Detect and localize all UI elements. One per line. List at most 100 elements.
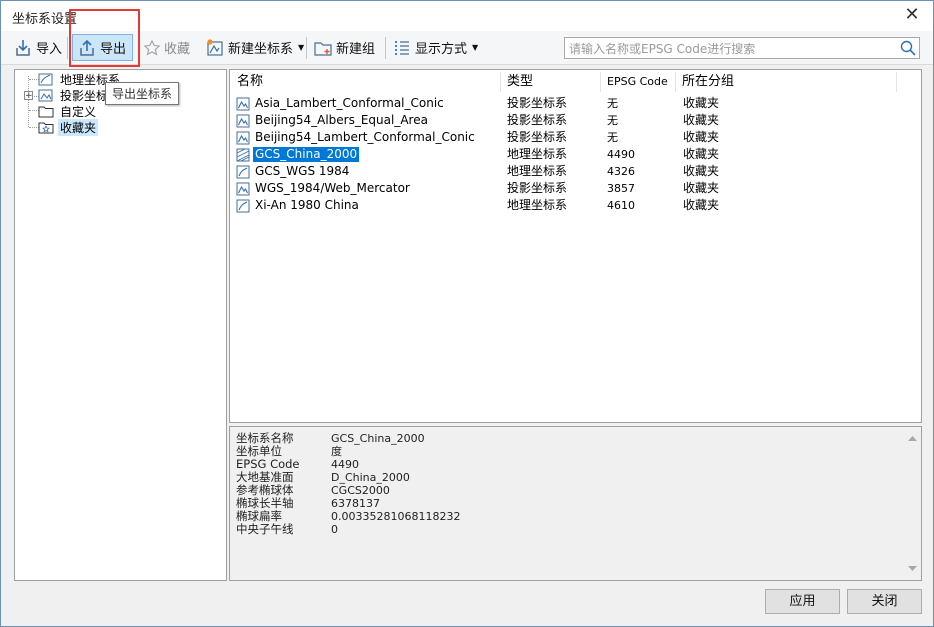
projected-folder-icon <box>38 89 53 102</box>
new-crs-icon <box>207 38 223 56</box>
tree-item-label: 自定义 <box>60 104 97 119</box>
export-tooltip: 导出坐标系 <box>105 82 180 105</box>
prop-value: 0 <box>331 523 338 536</box>
table-row[interactable]: Beijing54_Albers_Equal_Area 投影坐标系 无 收藏夹 <box>236 112 916 129</box>
crs-name: Asia_Lambert_Conformal_Conic <box>255 96 444 110</box>
toolbar-separator <box>306 37 307 59</box>
table-row[interactable]: Xi-An 1980 China 地理坐标系 4610 收藏夹 <box>236 197 916 214</box>
crs-name: GCS_WGS 1984 <box>255 164 350 178</box>
prop-value: D_China_2000 <box>331 471 410 484</box>
close-icon[interactable]: ✕ <box>901 4 923 26</box>
new-group-label: 新建组 <box>336 42 376 57</box>
crs-group: 收藏夹 <box>683 181 720 195</box>
projected-crs-icon <box>236 131 250 144</box>
crs-epsg: 无 <box>607 131 618 144</box>
crs-type: 地理坐标系 <box>507 147 568 161</box>
crs-type: 地理坐标系 <box>507 164 568 178</box>
table-row[interactable]: Asia_Lambert_Conformal_Conic 投影坐标系 无 收藏夹 <box>236 95 916 112</box>
import-icon <box>16 39 30 56</box>
crs-type: 投影坐标系 <box>507 130 568 144</box>
toolbar-separator <box>67 37 68 59</box>
crs-epsg: 3857 <box>607 182 635 195</box>
crs-epsg: 4490 <box>607 148 635 161</box>
window-title: 坐标系设置 <box>12 12 78 27</box>
crs-group: 收藏夹 <box>683 164 720 178</box>
new-group-button[interactable]: 新建组 <box>313 34 375 61</box>
tree-line <box>28 76 29 127</box>
chevron-down-icon: ▼ <box>472 43 479 52</box>
tree-item-projected[interactable]: 投影坐标 <box>38 87 110 103</box>
folder-icon <box>38 106 54 118</box>
new-group-icon <box>314 41 332 56</box>
crs-type: 地理坐标系 <box>507 198 568 212</box>
star-icon <box>143 39 161 55</box>
prop-value: GCS_China_2000 <box>331 432 425 445</box>
column-header-name[interactable]: 名称 <box>237 72 263 92</box>
column-header-epsg[interactable]: EPSG Code <box>607 72 668 92</box>
crs-name: WGS_1984/Web_Mercator <box>255 181 410 195</box>
column-header-group[interactable]: 所在分组 <box>682 72 734 92</box>
crs-name: GCS_China_2000 <box>253 147 360 162</box>
favorite-button[interactable]: 收藏 <box>143 34 190 61</box>
projected-crs-icon <box>236 182 250 195</box>
search-icon[interactable] <box>899 39 917 57</box>
details-scrollbar[interactable] <box>904 427 921 580</box>
crs-type: 投影坐标系 <box>507 113 568 127</box>
title-bar: 坐标系设置 ✕ <box>1 1 933 31</box>
import-button[interactable]: 导入 <box>13 34 62 61</box>
prop-value: 6378137 <box>331 497 380 510</box>
geographic-crs-icon <box>236 148 250 161</box>
column-separator[interactable] <box>675 72 676 92</box>
crs-list: 名称 类型 EPSG Code 所在分组 Asia_Lambert_Confor… <box>229 69 922 423</box>
crs-epsg: 4610 <box>607 199 635 212</box>
close-button[interactable]: 关闭 <box>847 589 922 614</box>
column-separator[interactable] <box>896 72 897 92</box>
crs-group: 收藏夹 <box>683 96 720 110</box>
apply-button[interactable]: 应用 <box>765 589 840 614</box>
import-label: 导入 <box>36 42 63 57</box>
tree-item-favorites[interactable]: 收藏夹 <box>38 118 99 136</box>
column-separator[interactable] <box>600 72 601 92</box>
display-mode-button[interactable]: 显示方式 ▼ <box>392 34 478 61</box>
favorites-folder-icon <box>38 122 54 134</box>
crs-details-panel: 坐标系名称 GCS_China_2000 坐标单位 度 EPSG Code 44… <box>229 426 922 581</box>
crs-epsg: 4326 <box>607 165 635 178</box>
display-mode-label: 显示方式 <box>415 42 468 57</box>
crs-epsg: 无 <box>607 114 618 127</box>
crs-name: Beijing54_Lambert_Conformal_Conic <box>255 130 475 144</box>
crs-group: 收藏夹 <box>683 198 720 212</box>
export-highlight-box <box>69 9 140 67</box>
favorite-label: 收藏 <box>164 42 191 57</box>
table-row[interactable]: WGS_1984/Web_Mercator 投影坐标系 3857 收藏夹 <box>236 180 916 197</box>
new-crs-label: 新建坐标系 <box>228 42 294 57</box>
search-input[interactable] <box>567 40 901 58</box>
crs-type: 投影坐标系 <box>507 96 568 110</box>
scroll-up-icon[interactable] <box>904 430 921 447</box>
column-header-type[interactable]: 类型 <box>507 72 533 92</box>
projected-crs-icon <box>236 97 250 110</box>
expand-toggle[interactable]: + <box>24 91 33 101</box>
table-row[interactable]: Beijing54_Lambert_Conformal_Conic 投影坐标系 … <box>236 129 916 146</box>
tree-item-label: 投影坐标 <box>60 88 109 103</box>
crs-type: 投影坐标系 <box>507 181 568 195</box>
crs-name: Xi-An 1980 China <box>255 198 359 212</box>
projected-crs-icon <box>236 114 250 127</box>
toolbar-separator <box>385 37 386 59</box>
crs-group: 收藏夹 <box>683 147 720 161</box>
new-crs-button[interactable]: 新建坐标系 ▼ <box>205 34 304 61</box>
prop-value: 度 <box>331 445 342 458</box>
geographic-folder-icon <box>38 73 53 86</box>
scroll-down-icon[interactable] <box>904 560 921 577</box>
geographic-crs-icon <box>236 199 250 212</box>
search-box[interactable] <box>564 37 920 59</box>
crs-group: 收藏夹 <box>683 130 720 144</box>
table-row[interactable]: GCS_WGS 1984 地理坐标系 4326 收藏夹 <box>236 163 916 180</box>
column-separator[interactable] <box>500 72 501 92</box>
crs-settings-dialog: 坐标系设置 ✕ 导入 导出 收藏 新建坐标系 ▼ 新建组 显示方式 ▼ 请输入名… <box>0 0 934 627</box>
prop-value: CGCS2000 <box>331 484 390 497</box>
prop-value: 4490 <box>331 458 359 471</box>
table-row-selected[interactable]: GCS_China_2000 地理坐标系 4490 收藏夹 <box>236 146 916 163</box>
tree-item-label: 收藏夹 <box>58 118 99 136</box>
prop-value: 0.00335281068118232 <box>331 510 461 523</box>
tree-item-custom[interactable]: 自定义 <box>38 103 98 119</box>
